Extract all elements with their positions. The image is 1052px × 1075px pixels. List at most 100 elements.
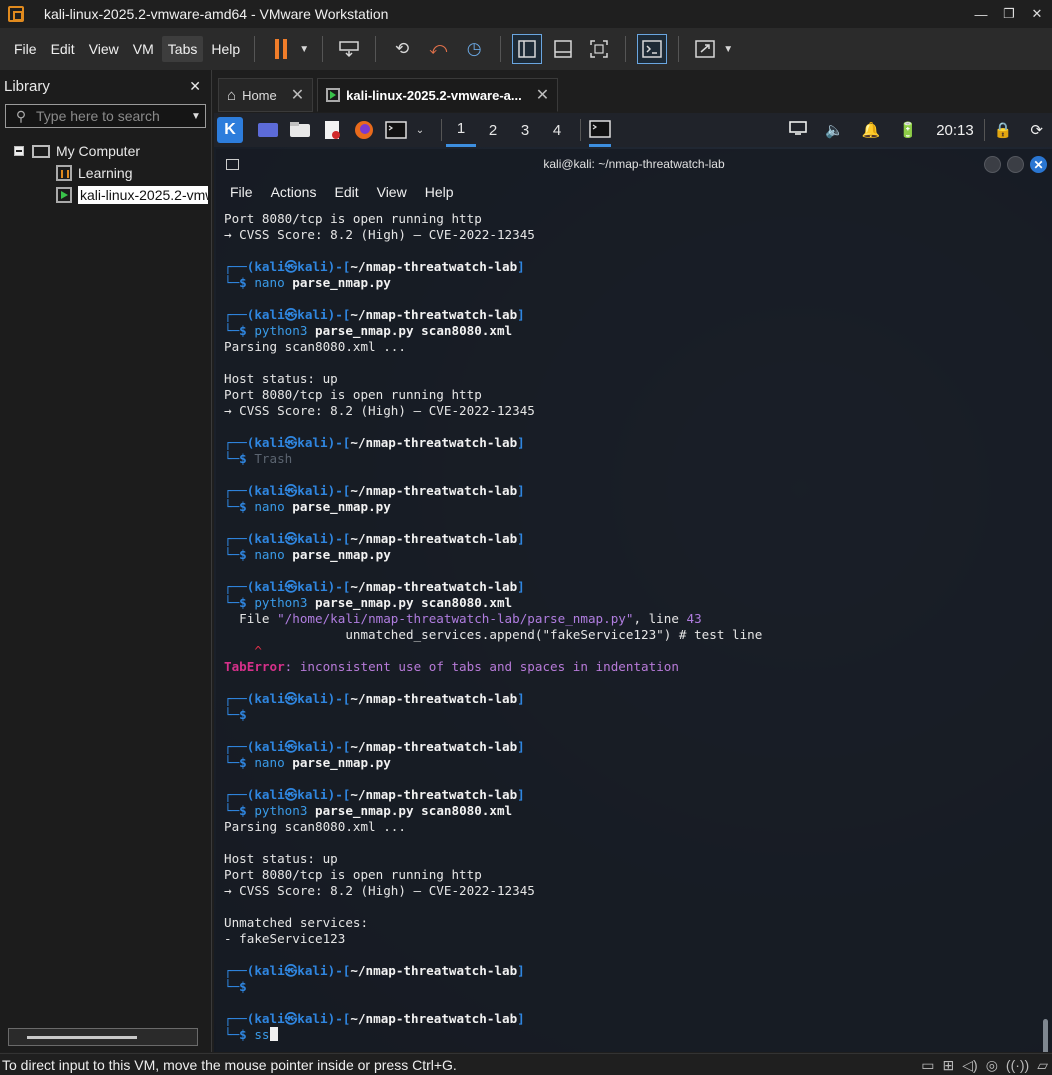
prompt-user-host: kali㉿kali [254,531,328,546]
background-overlay-text: Trash [254,451,293,466]
terminal-menu-edit[interactable]: Edit [334,184,358,200]
workspace-3[interactable]: 3 [510,113,540,147]
search-dropdown-icon[interactable]: ▼ [187,111,205,122]
prompt-bracket: ] [517,259,525,274]
menu-vm[interactable]: VM [127,36,160,62]
tab-close-icon[interactable]: ✕ [291,85,304,105]
prompt-user-host: kali㉿kali [254,691,328,706]
workspace-2[interactable]: 2 [478,113,508,147]
file-manager-icon[interactable] [289,118,311,142]
terminal-line: └─$ nano parse_nmap.py [224,499,1052,515]
scrollbar-thumb[interactable] [27,1036,137,1039]
workspace-4[interactable]: 4 [542,113,572,147]
collapse-toggle-icon[interactable] [14,146,24,156]
tree-item-learning[interactable]: Learning [0,162,211,184]
tab-home[interactable]: ⌂ Home ✕ [218,78,314,112]
show-thumbnails-button[interactable] [548,34,578,64]
terminal-line: TabError: inconsistent use of tabs and s… [224,659,1052,675]
tree-item-kali[interactable]: kali-linux-2025.2-vmware-amd64 [0,184,211,206]
take-snapshot-button[interactable]: ⟲ [387,34,417,64]
launcher-dropdown-icon[interactable]: ⌄ [409,118,431,142]
terminal-window[interactable]: kali@kali: ~/nmap-threatwatch-lab ✕ File… [216,149,1052,1052]
kali-menu-icon[interactable]: K [217,117,243,143]
workspace-1[interactable]: 1 [446,113,476,147]
firefox-icon[interactable] [353,118,375,142]
prompt-user-host: kali㉿kali [254,787,328,802]
text-editor-icon[interactable] [321,118,343,142]
maximize-button[interactable]: ❐ [994,0,1024,28]
menu-tabs[interactable]: Tabs [161,36,204,62]
pause-vm-button[interactable] [266,34,296,64]
search-input[interactable]: Type here to search [36,108,187,124]
send-ctrl-alt-del-button[interactable] [334,34,364,64]
lock-screen-icon[interactable]: 🔒 [994,121,1013,139]
toolbar-separator [625,36,627,62]
full-screen-button[interactable] [584,34,614,64]
show-desktop-icon[interactable] [257,118,279,142]
menu-file[interactable]: File [8,36,43,62]
minimize-button[interactable]: — [966,0,996,28]
terminal-output[interactable]: Port 8080/tcp is open running http → CVSS… [216,205,1052,1043]
stretch-options-dropdown[interactable]: ▼ [721,34,735,64]
battery-icon[interactable]: 🔋 [899,121,918,139]
terminal-menu-bar: File Actions Edit View Help [216,179,1052,205]
wireless-icon[interactable]: ((·)) [1006,1057,1029,1073]
library-horizontal-scrollbar[interactable] [8,1028,198,1046]
tree-item-my-computer[interactable]: My Computer [0,140,211,162]
network-adapter-icon[interactable]: ⊞ [943,1057,955,1074]
menu-edit[interactable]: Edit [45,36,81,62]
terminal-menu-view[interactable]: View [377,184,407,200]
volume-icon[interactable]: 🔈 [825,121,844,139]
terminal-icon [589,119,611,138]
close-window-button[interactable]: ✕ [1022,0,1052,28]
terminal-line: ┌──(kali㉿kali)-[~/nmap-threatwatch-lab] [224,963,1052,979]
terminal-scrollbar-thumb[interactable] [1043,1019,1048,1052]
message-log-icon[interactable]: ▱ [1037,1057,1048,1074]
tab-kali-vm[interactable]: kali-linux-2025.2-vmware-a... ✕ [317,78,559,112]
tab-close-icon[interactable]: ✕ [536,85,549,105]
menu-view[interactable]: View [83,36,125,62]
power-options-dropdown[interactable]: ▼ [297,34,311,64]
snapshot-manager-button[interactable]: ◷ [459,34,489,64]
logout-icon[interactable]: ⟳ [1030,121,1043,139]
panel-clock[interactable]: 20:13 [936,122,974,139]
menu-help[interactable]: Help [205,36,246,62]
terminal-line: → CVSS Score: 8.2 (High) — CVE-2022-1234… [224,227,1052,243]
prompt-bracket: ] [517,435,525,450]
prompt-user-host: kali㉿kali [254,307,328,322]
prompt-dollar: └─$ [224,979,255,994]
notifications-bell-icon[interactable]: 🔔 [862,121,881,139]
command-name: python3 [254,595,308,610]
prompt-dollar: └─$ [224,275,255,290]
display-icon[interactable] [789,120,807,140]
cd-drive-icon[interactable]: ◎ [986,1057,998,1074]
prompt-bracket: )-[ [327,963,351,978]
output-text: Host status: up [224,371,338,386]
terminal-menu-actions[interactable]: Actions [271,184,317,200]
terminal-line: → CVSS Score: 8.2 (High) — CVE-2022-1234… [224,883,1052,899]
stretch-guest-button[interactable] [690,34,720,64]
revert-snapshot-button[interactable]: ⤺ [423,34,453,64]
terminal-launcher-icon[interactable] [385,118,407,142]
error-caret: ^ [224,643,262,658]
library-close-button[interactable]: ✕ [189,78,201,95]
terminal-maximize-button[interactable] [1007,156,1024,173]
terminal-minimize-button[interactable] [984,156,1001,173]
taskbar-terminal-window[interactable] [589,113,611,147]
console-view-button[interactable] [637,34,668,64]
vm-tree: My Computer Learning kali-linux-2025.2-v… [0,140,211,206]
library-search-box[interactable]: ⚲ Type here to search ▼ [5,104,206,128]
terminal-line: - fakeService123 [224,931,1052,947]
prompt-bracket: ] [517,691,525,706]
hard-disk-icon[interactable]: ▭ [921,1057,934,1074]
vm-display[interactable]: K ⌄ 1 2 3 4 🔈 🔔 🔋 20:13 🔒 ⟳ kali@kali: ~… [214,113,1052,1052]
terminal-title-bar[interactable]: kali@kali: ~/nmap-threatwatch-lab ✕ [216,149,1052,179]
terminal-line: ┌──(kali㉿kali)-[~/nmap-threatwatch-lab] [224,259,1052,275]
sound-card-icon[interactable]: ◁) [962,1057,977,1074]
terminal-menu-help[interactable]: Help [425,184,454,200]
terminal-menu-file[interactable]: File [230,184,253,200]
show-library-button[interactable] [512,34,543,64]
terminal-close-button[interactable]: ✕ [1030,156,1047,173]
